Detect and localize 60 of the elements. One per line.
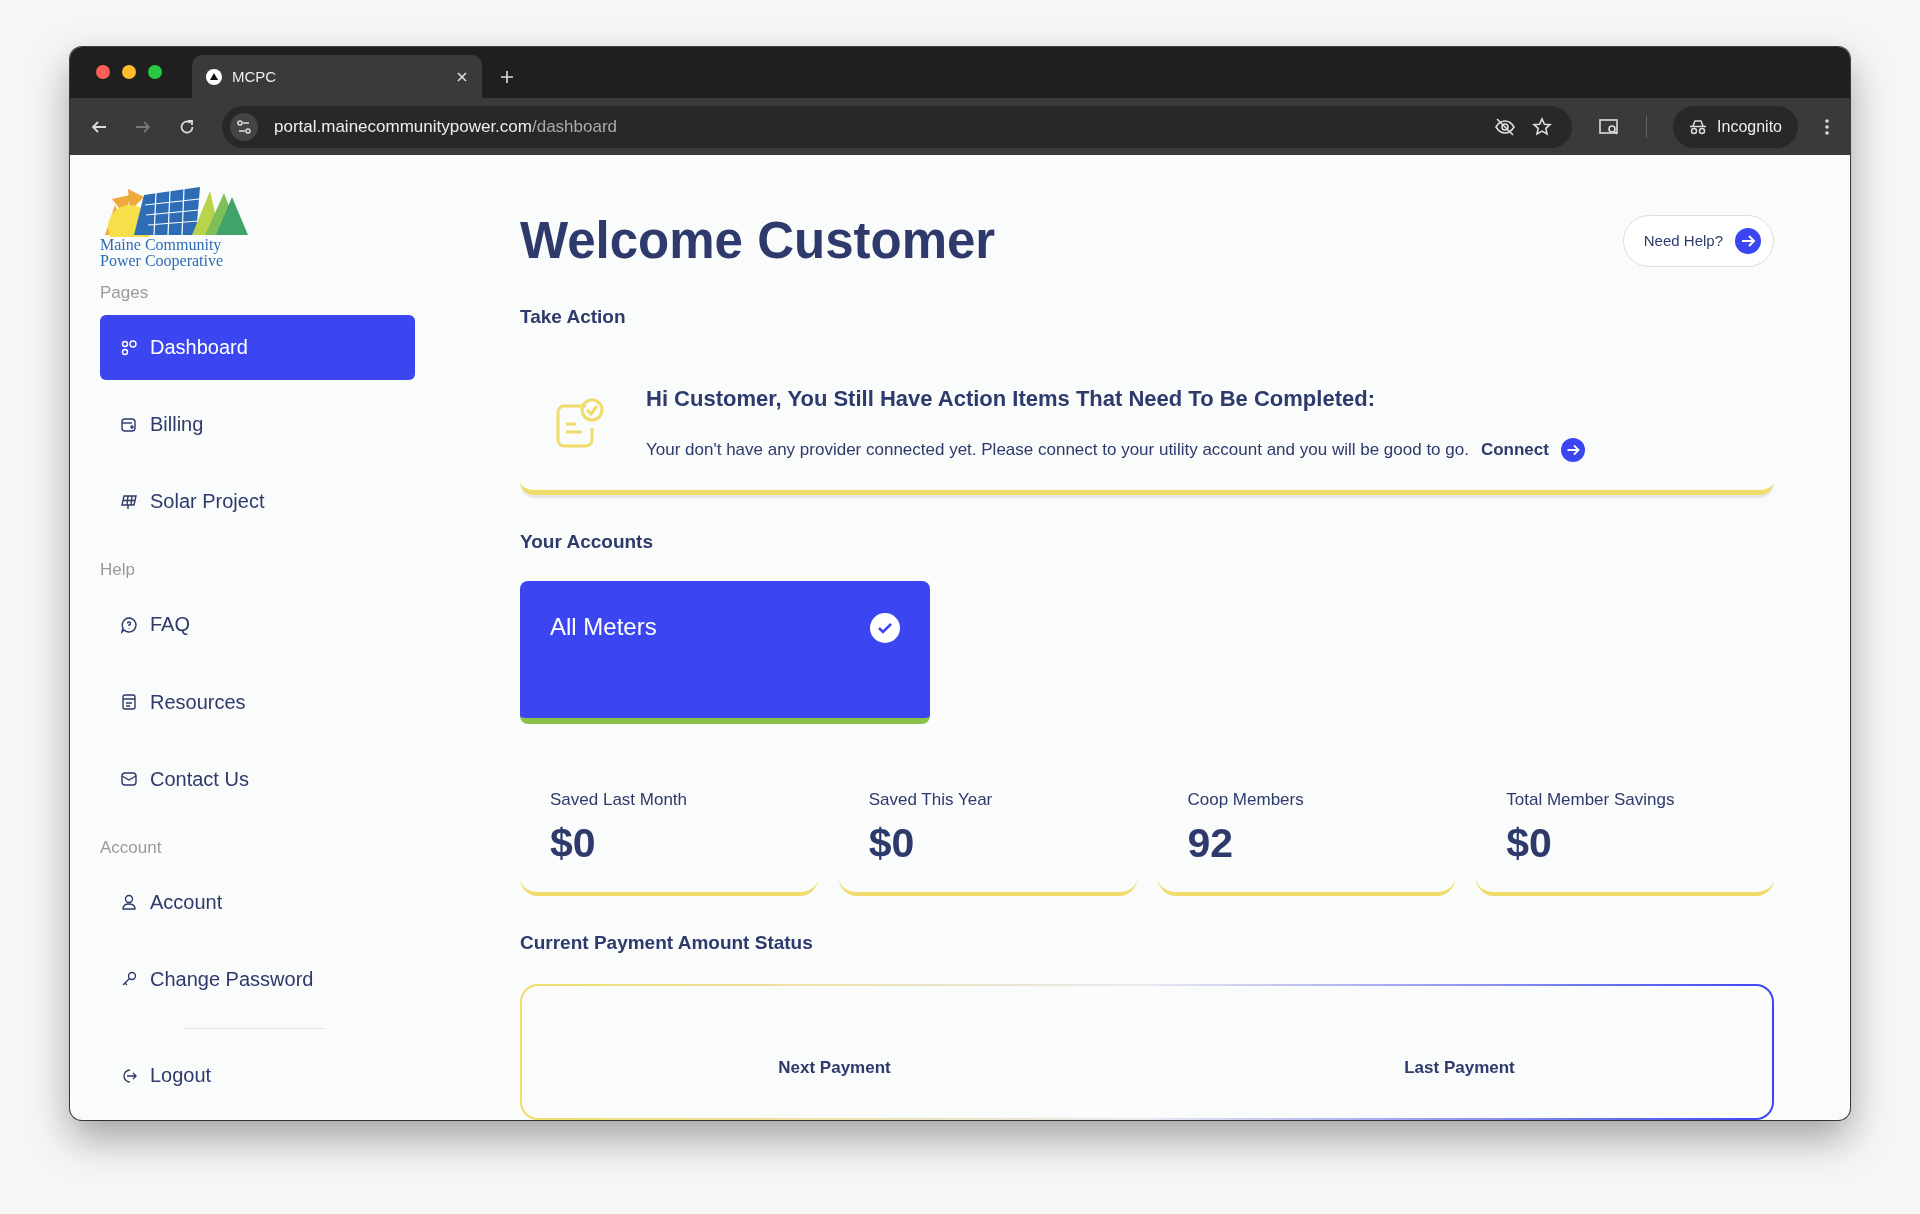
tab-search-icon[interactable] [1598, 116, 1621, 137]
menu-icon[interactable] [1824, 117, 1830, 136]
stat-label: Coop Members [1187, 790, 1305, 810]
minimize-window-icon[interactable] [122, 65, 136, 79]
stat-value: $0 [1506, 820, 1553, 867]
action-message: Your don't have any provider connected yet. Please connect to your utility account and you will be good to go. [646, 440, 1469, 460]
incognito-button[interactable]: Incognito [1673, 105, 1798, 148]
arrow-right-icon [1735, 227, 1761, 254]
reload-icon[interactable] [178, 117, 196, 136]
close-icon[interactable] [456, 70, 468, 83]
solar-icon [120, 492, 138, 511]
section-heading: Current Payment Amount Status [520, 932, 814, 954]
star-icon[interactable] [1532, 116, 1553, 137]
logo-text: Maine Community Power Cooperative [100, 237, 225, 269]
nav-item[interactable]: Dashboard [100, 315, 415, 381]
faq-icon [120, 615, 138, 634]
user-icon [120, 893, 138, 912]
logout-item[interactable]: Logout [100, 1042, 415, 1109]
url-text: portal.mainecommunitypower.com/dashboard [274, 116, 619, 137]
eye-off-icon[interactable] [1494, 116, 1517, 137]
payment-label: Last Payment [1404, 1058, 1515, 1079]
logout-icon [120, 1066, 138, 1085]
stat-value: $0 [550, 820, 597, 867]
nav-item[interactable]: Contact Us [100, 746, 415, 812]
bill-icon [120, 415, 138, 434]
new-tab-icon[interactable] [500, 70, 514, 84]
nav-item[interactable]: Solar Project [100, 469, 415, 535]
payment-label: Next Payment [778, 1058, 891, 1079]
stat-value: $0 [868, 820, 916, 867]
site-settings-icon[interactable] [230, 112, 258, 141]
stat-value: 92 [1187, 820, 1235, 867]
address-bar[interactable]: portal.mainecommunitypower.com/dashboard [222, 105, 1573, 148]
page-title: Welcome Customer [520, 211, 996, 270]
action-title: Hi Customer, You Still Have Action Items That Need To Be Completed: [646, 386, 1376, 412]
nav-item[interactable]: Account [100, 869, 415, 935]
dash-icon [120, 338, 138, 357]
triangle-logo-icon [206, 68, 222, 85]
mail-icon [120, 770, 138, 789]
maximize-window-icon[interactable] [148, 65, 162, 79]
section-heading: Help [100, 560, 136, 581]
stat-label: Total Member Savings [1506, 790, 1676, 810]
stat-label: Saved This Year [868, 790, 994, 810]
nav-item[interactable]: Billing [100, 392, 415, 458]
section-heading: Account [100, 837, 163, 858]
incognito-icon [1689, 118, 1708, 135]
nav-item[interactable]: Resources [100, 669, 415, 735]
nav-item[interactable]: FAQ [100, 592, 415, 658]
connect-link[interactable]: Connect [1480, 438, 1585, 462]
browser-tab[interactable]: MCPC [192, 55, 482, 98]
stat-label: Saved Last Month [550, 790, 689, 810]
close-window-icon[interactable] [96, 65, 110, 79]
nav-item[interactable]: Change Password [100, 946, 415, 1012]
section-heading: Take Action [520, 306, 627, 328]
account-card[interactable]: All Meters [520, 581, 930, 724]
arrow-right-icon [1560, 438, 1585, 462]
section-heading: Pages [100, 283, 150, 303]
check-icon [870, 613, 900, 643]
res-icon [120, 693, 138, 712]
section-heading: Your Accounts [520, 531, 654, 553]
need-help-button[interactable]: Need Help? [1622, 214, 1774, 267]
